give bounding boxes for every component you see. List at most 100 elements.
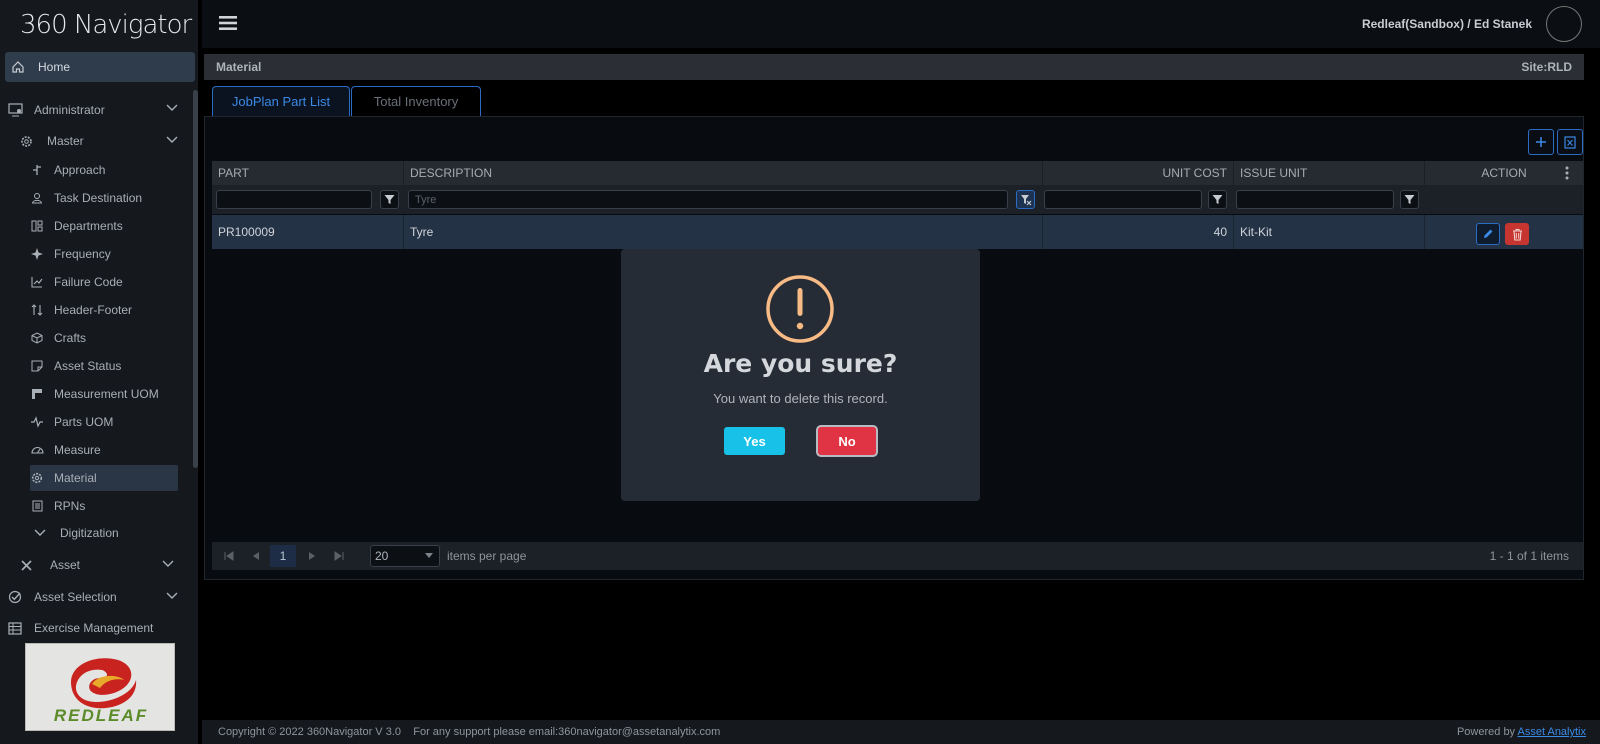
tab-total-inventory[interactable]: Total Inventory — [351, 86, 481, 116]
powered-by-text: Powered by — [1456, 726, 1516, 738]
caret-down-icon — [425, 553, 433, 558]
table-row[interactable]: PR100009 Tyre 40 Kit-Kit — [212, 215, 1583, 249]
sidebar-item-header-footer[interactable]: Header-Footer — [30, 297, 178, 323]
sidebar-item-label: Home — [38, 60, 71, 74]
sidebar-item-rpns[interactable]: RPNs — [30, 493, 178, 519]
pulse-icon — [30, 415, 44, 429]
sidebar-item-label: Measure — [54, 443, 101, 457]
sidebar-item-label: Task Destination — [54, 191, 143, 205]
sidebar-item-parts-uom[interactable]: Parts UOM — [30, 409, 178, 435]
avatar[interactable] — [1546, 6, 1582, 42]
filter-button-issue-unit[interactable] — [1400, 190, 1419, 209]
sidebar-item-material[interactable]: Material — [30, 465, 178, 491]
sidebar-item-departments[interactable]: Departments — [30, 213, 178, 239]
support-text: For any support please email:360navigato… — [413, 726, 721, 738]
filter-input-unit-cost[interactable] — [1044, 190, 1202, 209]
sidebar-item-home[interactable]: Home — [5, 52, 195, 82]
sidebar-item-task-destination[interactable]: Task Destination — [30, 185, 178, 211]
delete-button[interactable] — [1505, 223, 1529, 245]
yes-button[interactable]: Yes — [724, 427, 785, 455]
sidebar-item-approach[interactable]: Approach — [30, 157, 178, 183]
chevron-down-icon — [166, 104, 178, 112]
asset-analytix-link[interactable]: Asset Analytix — [1518, 726, 1586, 738]
sort-icon — [30, 303, 44, 317]
cell-unit-cost: 40 — [1043, 215, 1234, 249]
check-circle-icon — [8, 590, 22, 604]
home-icon — [11, 60, 38, 74]
trash-icon — [1512, 228, 1523, 241]
sidebar-item-measurement-uom[interactable]: Measurement UOM — [30, 381, 178, 407]
cell-description: Tyre — [404, 215, 1043, 249]
pager-summary: 1 - 1 of 1 items — [1489, 549, 1569, 563]
sidebar-item-label: Asset Status — [54, 359, 122, 373]
sidebar-item-asset-selection[interactable]: Asset Selection — [8, 588, 188, 606]
warning-icon — [765, 274, 835, 344]
sidebar-item-label: Digitization — [60, 526, 119, 540]
column-menu-icon[interactable] — [1565, 166, 1569, 180]
breadcrumb: Material Site:RLD — [204, 54, 1584, 80]
column-header-unit-cost[interactable]: UNIT COST — [1043, 161, 1234, 185]
sidebar-item-administrator[interactable]: Administrator — [8, 101, 188, 119]
chart-icon — [30, 275, 44, 289]
excel-icon — [1564, 135, 1576, 149]
sidebar-item-measure[interactable]: Measure — [30, 437, 178, 463]
page-size-label: items per page — [447, 549, 527, 563]
chevron-down-icon — [166, 136, 178, 144]
last-page-icon[interactable] — [334, 551, 344, 561]
user-label[interactable]: Redleaf(Sandbox) / Ed Stanek — [1362, 17, 1532, 31]
sidebar-item-master[interactable]: Master — [20, 132, 188, 150]
sidebar-item-frequency[interactable]: Frequency — [30, 241, 178, 267]
sidebar-item-failure-code[interactable]: Failure Code — [30, 269, 178, 295]
sidebar-item-label: Administrator — [34, 103, 105, 117]
filter-input-description[interactable]: Tyre — [408, 190, 1008, 209]
person-icon — [30, 191, 44, 205]
plus-icon — [1535, 136, 1547, 148]
gear-icon — [30, 471, 44, 485]
sidebar-item-crafts[interactable]: Crafts — [30, 325, 178, 351]
dialog-message: You want to delete this record. — [713, 391, 888, 406]
page-number-button[interactable]: 1 — [270, 545, 296, 567]
clear-filter-button-description[interactable] — [1016, 190, 1035, 209]
filter-button-unit-cost[interactable] — [1208, 190, 1227, 209]
no-button[interactable]: No — [818, 427, 876, 455]
filter-button-part[interactable] — [380, 190, 399, 209]
filter-input-issue-unit[interactable] — [1236, 190, 1394, 209]
sidebar-scrollbar[interactable] — [193, 90, 198, 468]
sidebar-item-label: Crafts — [54, 331, 87, 345]
column-header-part[interactable]: PART — [212, 161, 404, 185]
chevron-down-icon — [166, 592, 178, 600]
sidebar: 360 Navigator Home Administrator Master … — [0, 0, 198, 744]
edit-button[interactable] — [1476, 223, 1500, 245]
filter-icon — [1212, 194, 1223, 205]
sidebar-item-asset-status[interactable]: Asset Status — [30, 353, 178, 379]
filter-icon — [1404, 194, 1415, 205]
filter-icon — [384, 194, 395, 205]
sidebar-item-asset[interactable]: Asset — [20, 556, 188, 574]
dialog-title: Are you sure? — [703, 349, 898, 378]
note-icon — [30, 359, 44, 373]
sidebar-item-digitization[interactable]: Digitization — [34, 525, 119, 541]
chevron-down-icon — [162, 560, 174, 568]
table-icon — [8, 621, 22, 635]
cube-icon — [30, 331, 44, 345]
filter-input-part[interactable] — [216, 190, 372, 209]
export-excel-button[interactable] — [1557, 129, 1583, 155]
column-header-description[interactable]: DESCRIPTION — [404, 161, 1043, 185]
gear-icon — [20, 135, 33, 148]
cell-issue-unit: Kit-Kit — [1234, 215, 1425, 249]
hamburger-menu-icon[interactable] — [219, 15, 237, 31]
sidebar-item-exercise-management[interactable]: Exercise Management — [8, 619, 153, 637]
sidebar-item-label: Frequency — [54, 247, 111, 261]
sidebar-item-label: Header-Footer — [54, 303, 133, 317]
previous-page-icon[interactable] — [252, 551, 260, 561]
page-size-select[interactable]: 20 — [370, 545, 440, 567]
monitor-user-icon — [8, 103, 24, 117]
grid-header: PART DESCRIPTION UNIT COST ISSUE UNIT AC… — [212, 161, 1583, 185]
top-bar: Redleaf(Sandbox) / Ed Stanek — [202, 0, 1600, 48]
column-header-issue-unit[interactable]: ISSUE UNIT — [1234, 161, 1425, 185]
first-page-icon[interactable] — [224, 551, 234, 561]
tab-jobplan-part-list[interactable]: JobPlan Part List — [212, 86, 350, 116]
sidebar-item-label: Measurement UOM — [54, 387, 159, 401]
add-button[interactable] — [1528, 129, 1554, 155]
next-page-icon[interactable] — [308, 551, 316, 561]
